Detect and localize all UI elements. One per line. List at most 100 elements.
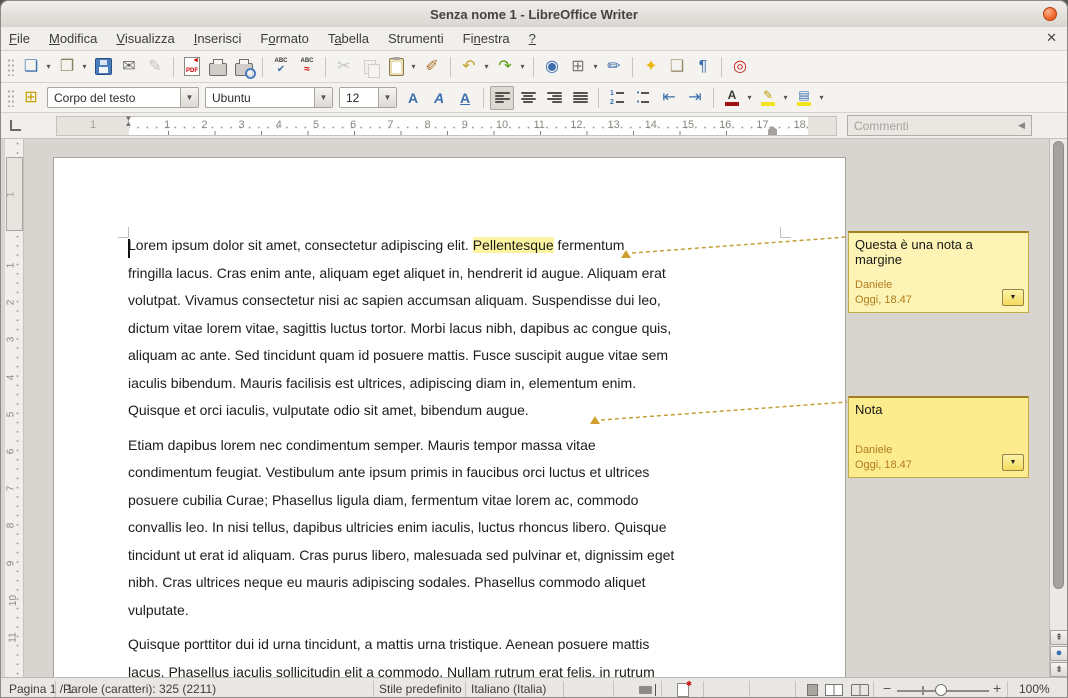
note-text[interactable]: Questa è una nota a margine — [855, 237, 1022, 267]
navigate-by-button[interactable]: ● — [1050, 646, 1067, 661]
previous-page-button[interactable]: ⇞ — [1050, 630, 1067, 645]
undo-button-dropdown-icon[interactable]: ▾ — [482, 62, 491, 71]
decrease-indent-button[interactable]: ⇤ — [657, 86, 681, 110]
background-color-button-dropdown-icon[interactable]: ▾ — [817, 93, 826, 102]
paste-button[interactable] — [384, 55, 408, 79]
highlighting-button[interactable]: ✎ — [756, 86, 780, 110]
note-text[interactable]: Nota — [855, 402, 1022, 417]
tab-type-selector-icon[interactable] — [10, 120, 21, 131]
clone-formatting-button[interactable]: ✐ — [420, 55, 444, 79]
book-view-button[interactable] — [851, 684, 869, 696]
document-text[interactable]: Lorem ipsum dolor sit amet, consectetur … — [128, 237, 780, 677]
underline-button[interactable]: A — [453, 86, 477, 110]
insert-mode-icon[interactable] — [639, 686, 652, 694]
highlighting-button-dropdown-icon[interactable]: ▾ — [781, 93, 790, 102]
toolbar-grip[interactable] — [7, 89, 14, 107]
print-preview-button[interactable] — [232, 55, 256, 79]
note-menu-button[interactable]: ▼ — [1002, 289, 1024, 306]
horizontal-ruler[interactable]: ▼▲ 1123456789101112131415161718 — [56, 116, 837, 136]
background-color-button[interactable]: ▤ — [792, 86, 816, 110]
indent-marker-icon[interactable]: ▼▲ — [123, 116, 134, 126]
font-size-combo-dropdown-icon[interactable]: ▼ — [378, 88, 396, 107]
menu-file[interactable]: File — [9, 31, 30, 46]
document-modified-icon[interactable] — [677, 683, 689, 697]
email-button[interactable]: ✉ — [117, 55, 141, 79]
edit-mode-button[interactable]: ✎ — [143, 55, 167, 79]
font-color-button-dropdown-icon[interactable]: ▾ — [745, 93, 754, 102]
comments-header-button[interactable]: Commenti ◀ — [847, 115, 1032, 136]
paragraph[interactable]: Lorem ipsum dolor sit amet, consectetur … — [128, 237, 780, 430]
draw-functions-button[interactable]: ✏ — [602, 55, 626, 79]
italic-button[interactable]: A — [427, 86, 451, 110]
auto-spellcheck-button[interactable]: ABC≈ — [295, 55, 319, 79]
margin-note[interactable]: NotaDanieleOggi, 18.47▼ — [848, 396, 1029, 478]
paragraph-style-combo[interactable]: Corpo del testo▼ — [47, 87, 199, 108]
document-close-icon[interactable]: ✕ — [1046, 30, 1057, 46]
open-button[interactable]: ❒ — [55, 55, 79, 79]
menu-inserisci[interactable]: Inserisci — [194, 31, 242, 46]
margin-note[interactable]: Questa è una nota a margineDanieleOggi, … — [848, 231, 1029, 313]
menu-visualizza[interactable]: Visualizza — [116, 31, 174, 46]
single-page-view-button[interactable] — [807, 684, 818, 696]
paste-button-dropdown-icon[interactable]: ▾ — [409, 62, 418, 71]
align-left-button[interactable] — [490, 86, 514, 110]
highlighted-text[interactable]: Pellentesque — [473, 237, 554, 253]
note-menu-button[interactable]: ▼ — [1002, 454, 1024, 471]
font-name-combo-dropdown-icon[interactable]: ▼ — [314, 88, 332, 107]
right-indent-marker-icon[interactable] — [768, 126, 777, 135]
font-name-combo-value[interactable]: Ubuntu — [206, 91, 314, 105]
toolbar-grip[interactable] — [7, 58, 14, 76]
redo-button[interactable]: ↷ — [493, 55, 517, 79]
save-button[interactable] — [91, 55, 115, 79]
word-count-status[interactable]: Parole (caratteri): 325 (2211) — [63, 682, 216, 696]
font-color-button[interactable]: A — [720, 86, 744, 110]
zoom-level[interactable]: 100% — [1019, 682, 1050, 696]
insert-table-button-dropdown-icon[interactable]: ▾ — [591, 62, 600, 71]
paragraph[interactable]: Quisque porttitor dui id urna tincidunt,… — [128, 636, 780, 677]
language-status[interactable]: Italiano (Italia) — [471, 682, 546, 696]
menu-formato[interactable]: Formato — [260, 31, 308, 46]
numbered-list-button[interactable]: 12 — [605, 86, 629, 110]
help-button[interactable]: ◎ — [728, 55, 752, 79]
styles-panel-button[interactable]: ⊞ — [19, 86, 43, 110]
zoom-out-icon[interactable]: − — [883, 680, 891, 696]
window-close-icon[interactable] — [1043, 7, 1057, 21]
paragraph-style-combo-dropdown-icon[interactable]: ▼ — [180, 88, 198, 107]
redo-button-dropdown-icon[interactable]: ▾ — [518, 62, 527, 71]
menu-strumenti[interactable]: Strumenti — [388, 31, 444, 46]
bold-button[interactable]: A — [401, 86, 425, 110]
cut-button[interactable]: ✂ — [332, 55, 356, 79]
justify-button[interactable] — [568, 86, 592, 110]
menu-finestra[interactable]: Finestra — [463, 31, 510, 46]
gallery-button[interactable]: ❑ — [665, 55, 689, 79]
paragraph[interactable]: Etiam dapibus lorem nec condimentum semp… — [128, 437, 780, 630]
font-name-combo[interactable]: Ubuntu▼ — [205, 87, 333, 108]
vertical-ruler[interactable]: 11234567891011 — [5, 139, 24, 677]
font-size-combo[interactable]: 12▼ — [339, 87, 397, 108]
scrollbar-thumb[interactable] — [1053, 141, 1064, 589]
insert-table-button[interactable]: ⊞ — [566, 55, 590, 79]
multi-page-view-button[interactable] — [825, 684, 843, 696]
menu-tabella[interactable]: Tabella — [328, 31, 369, 46]
zoom-slider-knob[interactable] — [935, 684, 947, 696]
next-page-button[interactable]: ⇟ — [1050, 662, 1067, 677]
export-pdf-button[interactable]: PDF — [180, 55, 204, 79]
new-document-button[interactable]: ❏ — [19, 55, 43, 79]
font-size-combo-value[interactable]: 12 — [340, 91, 378, 105]
zoom-in-icon[interactable]: + — [993, 680, 1001, 696]
spelling-button[interactable]: ABC✔ — [269, 55, 293, 79]
paragraph-style-combo-value[interactable]: Corpo del testo — [48, 91, 180, 105]
align-right-button[interactable] — [542, 86, 566, 110]
hyperlink-button[interactable]: ◉ — [540, 55, 564, 79]
document-page[interactable]: Lorem ipsum dolor sit amet, consectetur … — [53, 157, 846, 677]
menu-modifica[interactable]: Modifica — [49, 31, 97, 46]
menu-?[interactable]: ? — [529, 31, 536, 46]
bullet-list-button[interactable]: •• — [631, 86, 655, 110]
title-bar[interactable]: Senza nome 1 - LibreOffice Writer — [1, 1, 1067, 28]
navigator-button[interactable]: ✦ — [639, 55, 663, 79]
formatting-marks-button[interactable]: ¶ — [691, 55, 715, 79]
align-center-button[interactable] — [516, 86, 540, 110]
new-document-button-dropdown-icon[interactable]: ▾ — [44, 62, 53, 71]
print-button[interactable] — [206, 55, 230, 79]
open-button-dropdown-icon[interactable]: ▾ — [80, 62, 89, 71]
